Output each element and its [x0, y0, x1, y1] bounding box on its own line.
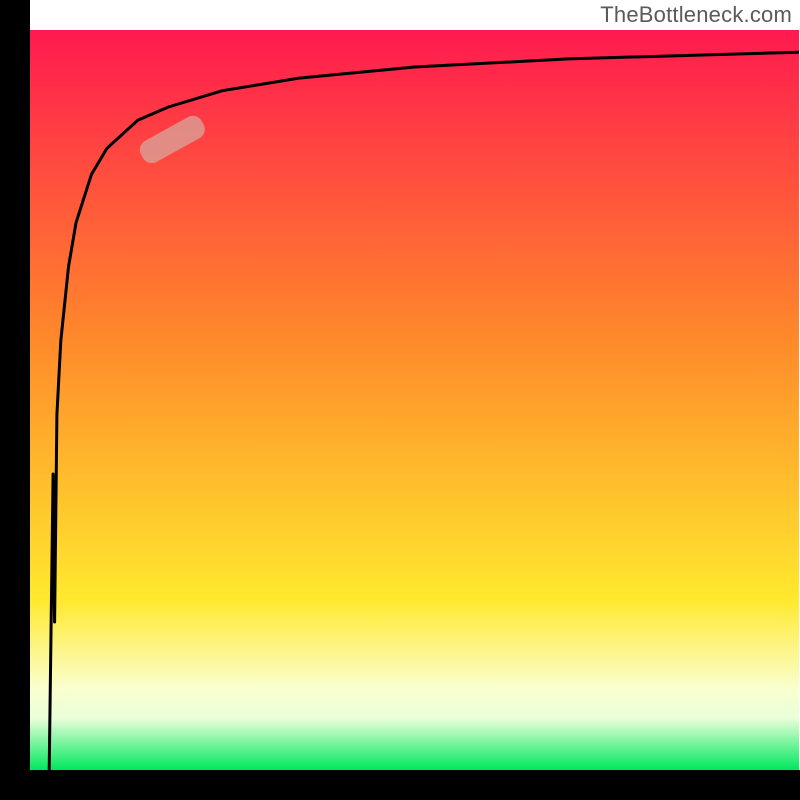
attribution-label: TheBottleneck.com: [600, 2, 792, 28]
y-axis: [0, 0, 30, 800]
bottleneck-chart: [0, 0, 800, 800]
x-axis: [0, 770, 800, 800]
chart-container: TheBottleneck.com: [0, 0, 800, 800]
